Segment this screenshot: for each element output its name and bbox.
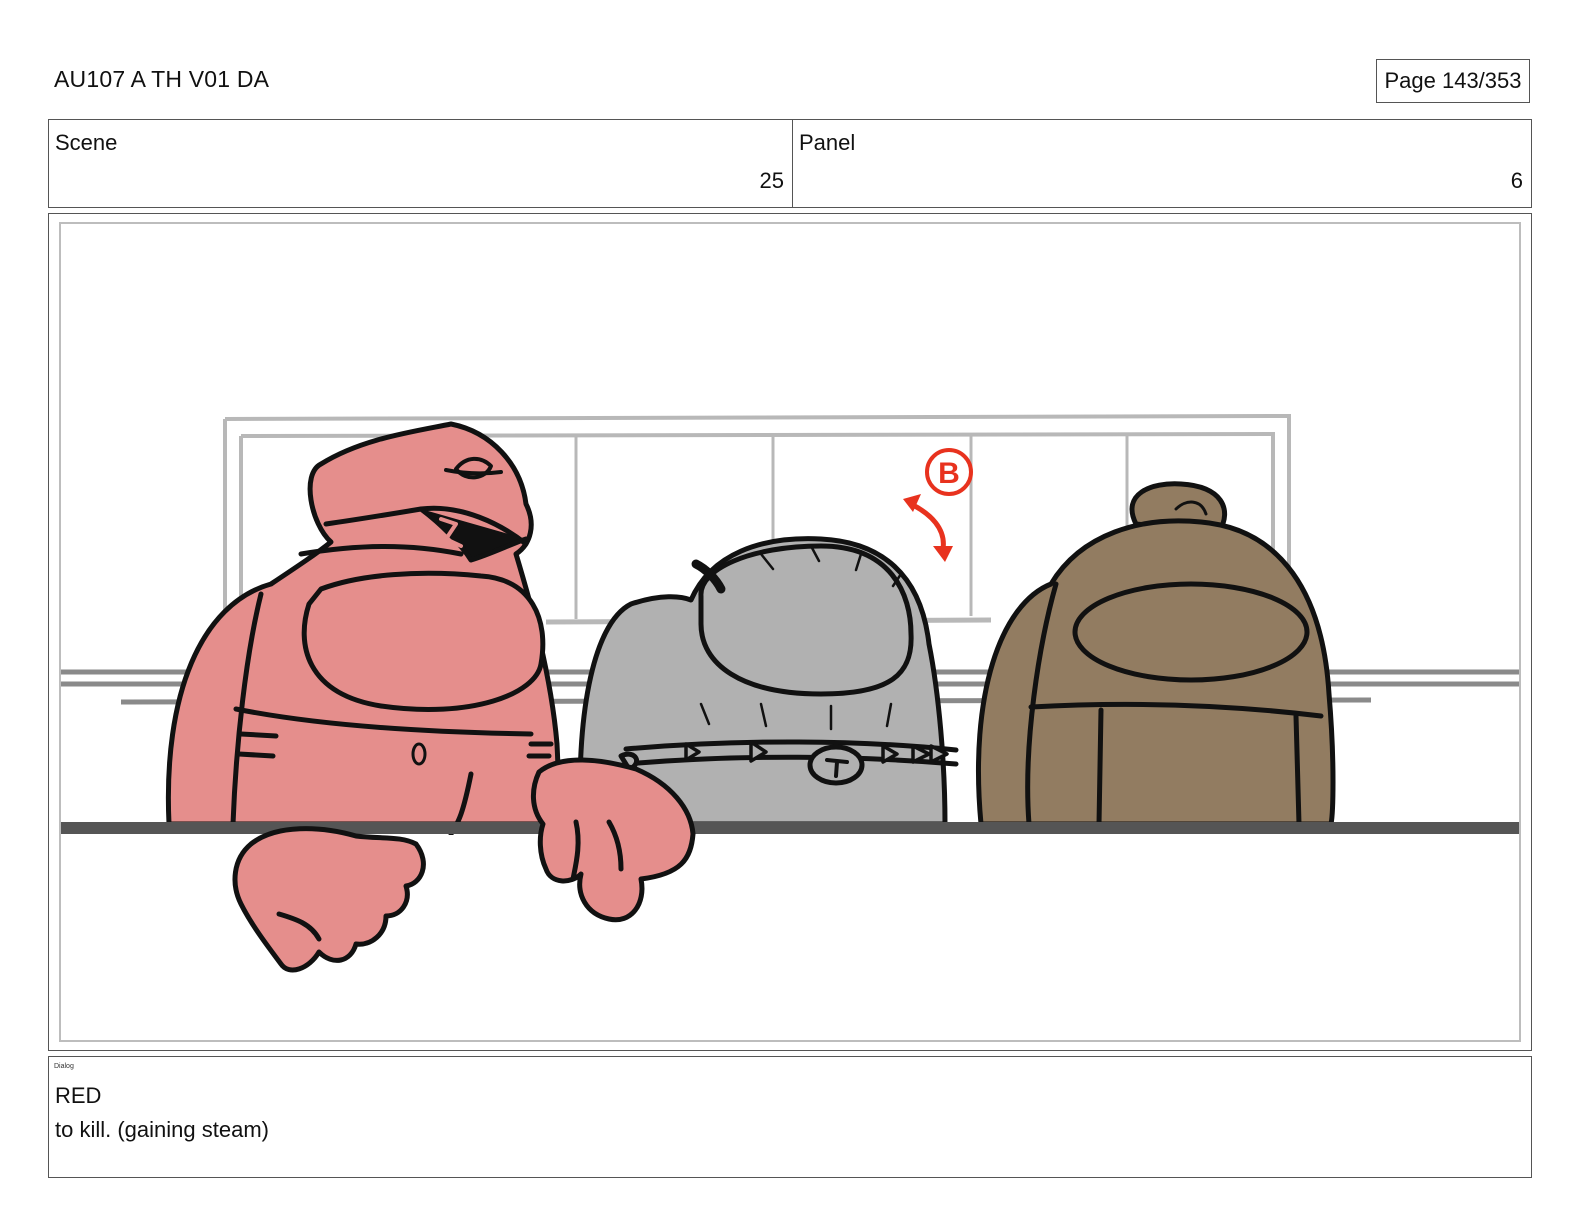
panel-number: 6	[1510, 168, 1523, 193]
annotation-mark: B	[903, 448, 973, 562]
scene-label: Scene	[55, 130, 118, 155]
document-title: AU107 A TH V01 DA	[54, 66, 270, 92]
panel-label: Panel	[799, 130, 856, 155]
scene-cell: Scene 25	[49, 120, 793, 207]
dialog-line: to kill. (gaining steam)	[55, 1117, 269, 1142]
dialog-label: Dialog	[54, 1063, 74, 1070]
page-number-box: Page 143/353	[1376, 59, 1530, 103]
panel-cell: Panel 6	[793, 120, 1531, 207]
storyboard-frame: B	[48, 213, 1532, 1051]
scene-panel-row: Scene 25 Panel 6	[48, 119, 1532, 208]
dialog-box: Dialog RED to kill. (gaining steam)	[48, 1056, 1532, 1178]
scene-number: 25	[759, 168, 784, 193]
storyboard-drawing: B	[59, 222, 1521, 1042]
panel-illustration: B	[61, 413, 1519, 1040]
brown-character	[976, 481, 1336, 827]
annotation-letter: B	[938, 457, 960, 490]
dialog-speaker: RED	[55, 1083, 102, 1108]
